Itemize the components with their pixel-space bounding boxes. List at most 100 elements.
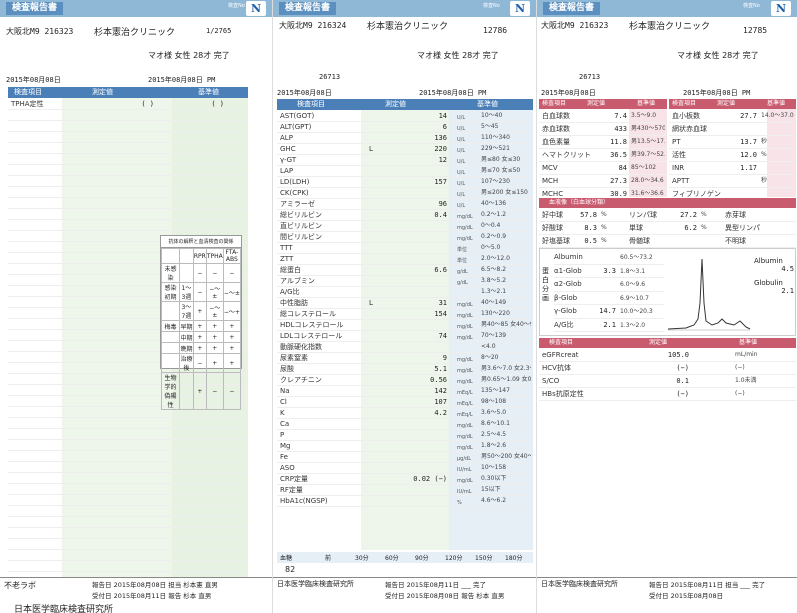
glucose-value-row: 82: [277, 564, 533, 575]
item-value: 3.3: [603, 266, 616, 275]
item-name: γ-GT: [280, 156, 297, 164]
item-name: CK(CPK): [280, 189, 309, 197]
grid-row: 未感染 − − −: [160, 263, 242, 283]
item-value: 6.6: [434, 266, 447, 274]
electro-right-value: 4.5: [781, 265, 794, 273]
item-name: LD(LDH): [280, 178, 310, 186]
grid-cell: 3〜7週: [179, 301, 194, 321]
grid-cell: −〜±: [205, 301, 224, 321]
item-ref: 男0.65〜1.09 女0.46〜0.82: [481, 376, 531, 383]
table-row: 白血球数 7.4 3.5〜9.0: [539, 110, 667, 123]
item-ref: 男430〜570: [631, 125, 665, 132]
panel-rows: eGFRcreat 105.0 mL/min HCV抗体 (−) (−) S/CO 0.1 1.…: [539, 349, 796, 401]
grid-cell: 早期: [179, 320, 194, 332]
item-ref: 0.2〜0.9: [481, 233, 507, 240]
table-row: Cl 107 mEq/L 98〜108: [277, 397, 533, 408]
item-ref: 1.0未満: [735, 377, 757, 384]
col-value: 測定値: [649, 339, 668, 346]
table-row: TTT 単位 0〜5.0: [277, 243, 533, 254]
table-row: α2-Glob 6.0〜9.6: [554, 278, 664, 292]
header-band: 検査報告書 検査No N: [537, 0, 797, 17]
item-ref: 85〜102: [631, 164, 657, 171]
table-row: 間ビリルビン mg/dL 0.2〜0.9: [277, 232, 533, 243]
item-value: 4.2: [434, 409, 447, 417]
item-name: TTT: [280, 244, 293, 252]
grid-cell: −: [205, 263, 224, 283]
item-value: 2.1: [603, 320, 616, 329]
item-ref: 4.6〜6.2: [481, 497, 507, 504]
table-row: ZTT 単位 2.0〜12.0: [277, 254, 533, 265]
grid-cell: [179, 263, 194, 283]
report-sheet-2: 検査報告書 検査No N 大阪北M9 216324 杉本憲治クリニック 1278…: [272, 0, 536, 613]
grid-cell: +: [222, 331, 242, 343]
item-value: 12.0: [740, 151, 757, 159]
antibody-grid: 抗体の解釈と血清検査の関係 RPR TPHA FTA-ABS 未感染 − − − 感染初期 1〜…: [160, 235, 242, 410]
item-value: 107: [434, 398, 447, 406]
item-ref: 40〜149: [481, 299, 507, 306]
table-row: HBs抗原定性 (−) (−): [539, 388, 796, 401]
exam-no-label: 検査No: [743, 3, 760, 9]
item-name: A/G比: [280, 288, 300, 296]
grid-header-cell: [179, 248, 194, 264]
electro-right-value: 2.1: [781, 287, 794, 295]
table-row: Na 142 mEq/L 135〜147: [277, 386, 533, 397]
patient-line: マオ様 女性 28才 完了: [148, 51, 230, 60]
grid-cell: [160, 331, 181, 343]
electro-right-name: Globulin: [754, 279, 783, 287]
item-ref: 男50〜200 女40〜180: [481, 453, 531, 460]
grid-cell: −: [222, 372, 242, 410]
grid-header-row: RPR TPHA FTA-ABS: [160, 248, 242, 264]
table-row: S/CO 0.1 1.0未満: [539, 375, 796, 388]
lab-logo-icon: N: [246, 1, 266, 16]
item-name: K: [280, 409, 285, 417]
item-value: 27.7: [740, 112, 757, 120]
item-value: 0.56: [430, 376, 447, 384]
reported-date: 2015年08月08日 PM: [683, 89, 751, 97]
table-row: 中性脂肪 L 31 mg/dL 40〜149: [277, 298, 533, 309]
item-ref: (−): [735, 390, 745, 397]
glucose-col: 30分: [355, 555, 369, 562]
footer-dates-2: 受付日 2015年08月08日: [649, 592, 724, 600]
item-name: Cl: [280, 398, 287, 406]
table-row: HbA1c(NGSP)% 4.6〜6.2: [277, 496, 533, 507]
item-name: クレアチニン: [280, 376, 322, 384]
table-row: RF定量 IU/mL 15以下: [277, 485, 533, 496]
grid-cell: [160, 353, 181, 373]
item-name: 中性脂肪: [280, 299, 308, 307]
glucose-value: 82: [285, 565, 296, 574]
item-ref: 1.8〜2.6: [481, 442, 507, 449]
table-row: [8, 198, 248, 209]
reported-date: 2015年08月08日 PM: [148, 76, 216, 84]
item-name: AST(GOT): [280, 112, 315, 120]
item-value: ( ): [141, 100, 154, 108]
item-ref: 男39.7〜52.4: [631, 151, 665, 158]
table-row: [8, 429, 248, 440]
grid-cell: +: [205, 353, 224, 373]
table-row: [8, 132, 248, 143]
col-item: 検査項目: [672, 100, 697, 107]
item-name: GHC: [280, 145, 296, 153]
item-value: 27.2: [680, 211, 697, 219]
item-ref: 3.5〜9.0: [631, 112, 657, 119]
item-name: Ca: [280, 420, 290, 428]
table-row: 好中球 57.8% リンパ球 27.2% 赤芽球: [539, 209, 796, 222]
table-header: 検査項目 測定値 基準値: [277, 99, 533, 110]
item-name: リンパ球: [629, 211, 657, 219]
item-ref: 229〜521: [481, 145, 510, 152]
received-date: 2015年08月08日: [277, 89, 332, 97]
col-ref: 基準値: [637, 100, 656, 107]
item-ref: 40〜136: [481, 200, 507, 207]
exam-no-label: 検査No: [228, 3, 245, 9]
item-name: CRP定量: [280, 475, 308, 483]
footer-divider: [0, 577, 272, 578]
item-name: Fe: [280, 453, 288, 461]
report-sheet-1: 検査報告書 検査No N 大阪北M9 216323 杉本憲治クリニック 1/27…: [0, 0, 272, 613]
item-name: 好塩基球: [542, 237, 570, 245]
item-ref: %: [761, 151, 767, 158]
item-name: LDLコレステロール: [280, 332, 343, 340]
item-name: HCV抗体: [542, 364, 571, 372]
item-name: S/CO: [542, 377, 560, 385]
table-row: [8, 506, 248, 517]
item-name: P: [280, 431, 285, 439]
electrophoresis-curve: [667, 258, 751, 331]
